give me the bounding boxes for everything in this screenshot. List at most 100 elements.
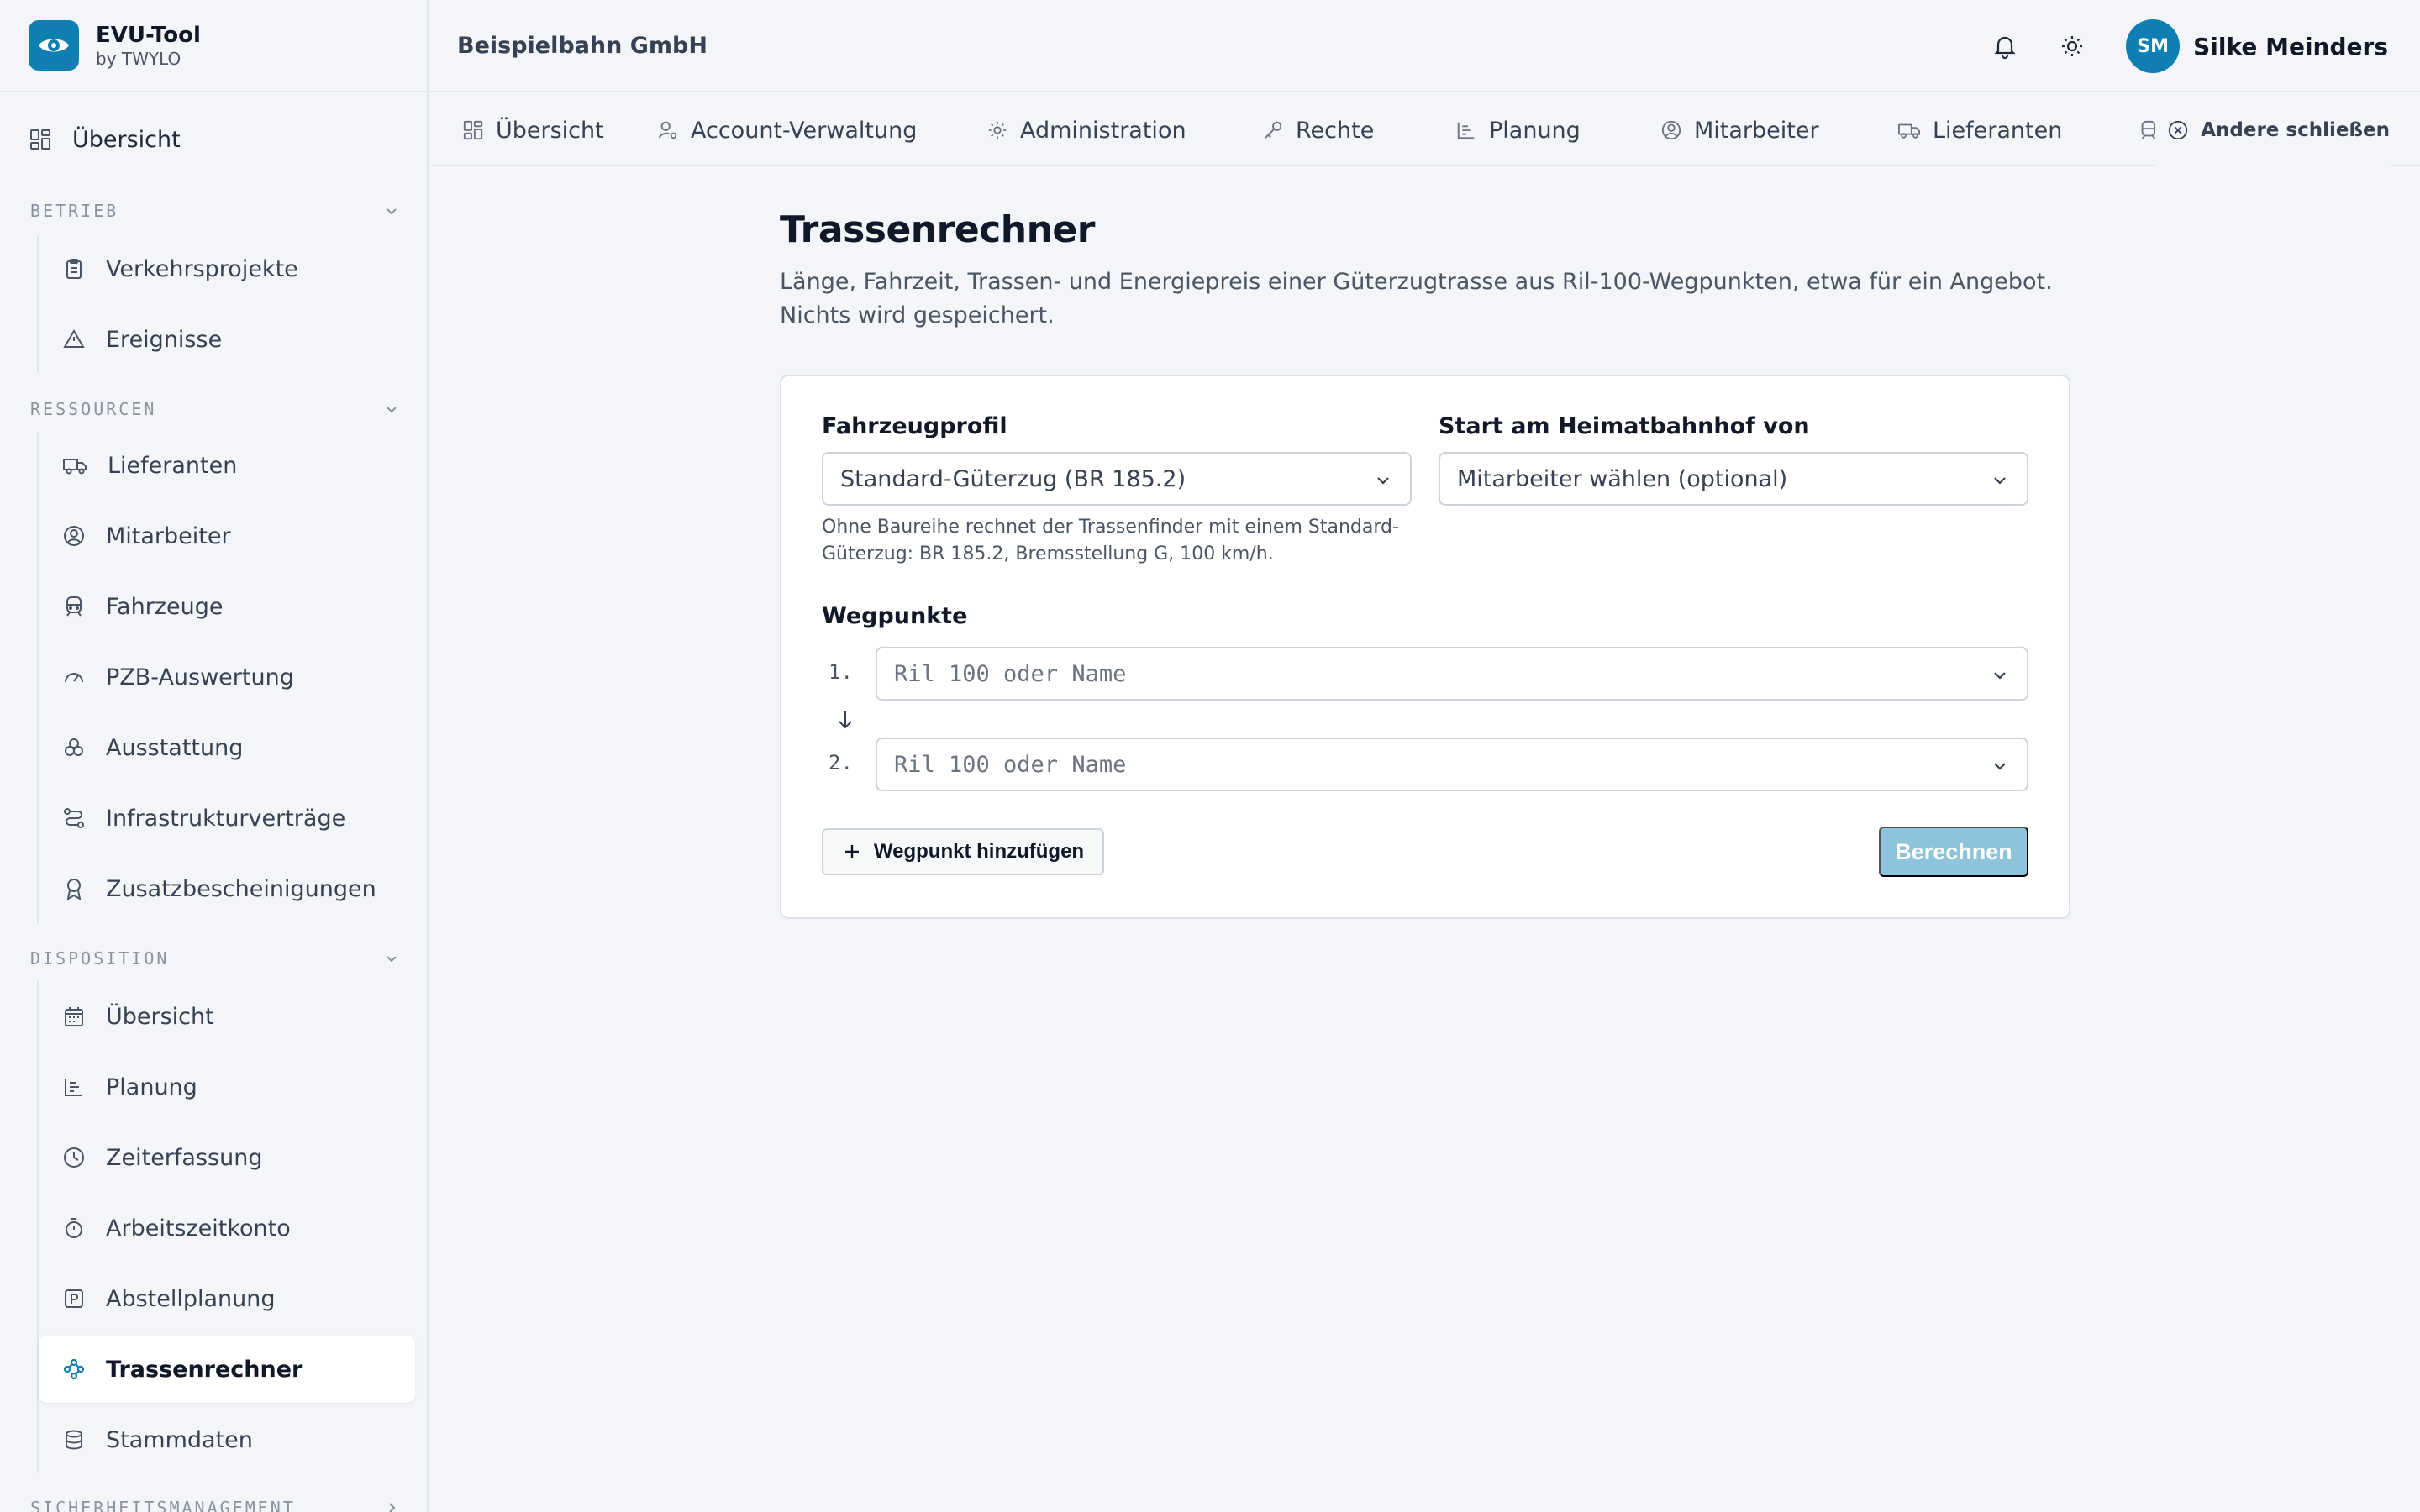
tab-label: Rechte: [1296, 117, 1375, 144]
sidebar-item-label: Verkehrsprojekte: [106, 255, 298, 282]
sidebar-item-label: Zeiterfassung: [106, 1144, 263, 1171]
sidebar-item-pzb-auswertung[interactable]: PZB-Auswertung: [39, 643, 415, 711]
sidebar-item-lieferanten[interactable]: Lieferanten: [39, 432, 415, 499]
chevron-down-icon: [1994, 477, 2006, 485]
sidebar-item-mitarbeiter[interactable]: Mitarbeiter: [39, 502, 415, 570]
sidebar-item-label: Abstellplanung: [106, 1285, 276, 1312]
sidebar-item-verkehrsprojekte[interactable]: Verkehrsprojekte: [39, 235, 415, 302]
sidebar-item-ereignisse[interactable]: Ereignisse: [39, 306, 415, 373]
close-circle-icon: [2169, 120, 2188, 140]
page-description: Länge, Fahrzeit, Trassen- und Energiepre…: [780, 269, 2053, 328]
sidebar-item-label: Übersicht: [72, 126, 181, 153]
calculate-button[interactable]: Berechnen: [1879, 827, 2028, 877]
app-root: EVU-Tool by TWYLO Übersicht BETRIEB Verk…: [0, 0, 2420, 1512]
tab-mitarbeiter[interactable]: Mitarbeiter: [1660, 94, 1819, 166]
sidebar-item-planung[interactable]: Planung: [39, 1053, 415, 1121]
sidebar-item-label: Mitarbeiter: [106, 522, 231, 549]
gear-icon: [988, 121, 1007, 139]
sidebar-item-stammdaten[interactable]: Stammdaten: [39, 1406, 415, 1473]
app-name: EVU-Tool: [96, 23, 201, 48]
section-header-disposition[interactable]: DISPOSITION: [30, 946, 400, 971]
sidebar-item-infrastrukturvertraege[interactable]: Infrastrukturverträge: [39, 785, 415, 852]
avatar[interactable]: SM: [2126, 19, 2181, 73]
top-header: Beispielbahn GmbH SM Silke Meinders: [430, 0, 2420, 92]
calculator-card: Fahrzeugprofil Standard-Güterzug (BR 185…: [780, 375, 2070, 919]
waypoint-2-placeholder: Ril 100 oder Name: [894, 751, 1127, 778]
sidebar-item-uebersicht[interactable]: Übersicht: [29, 118, 181, 161]
truck-icon: [1898, 123, 1920, 139]
brand[interactable]: EVU-Tool by TWYLO: [0, 0, 427, 92]
tab-label: Administration: [1020, 117, 1186, 144]
sidebar-item-label: Arbeitszeitkonto: [106, 1215, 291, 1242]
dashboard-icon: [463, 120, 483, 140]
tab-label: Mitarbeiter: [1694, 117, 1819, 144]
route-icon: [64, 808, 84, 828]
sidebar-item-fahrzeuge[interactable]: Fahrzeuge: [39, 573, 415, 640]
company-name: Beispielbahn GmbH: [457, 32, 708, 59]
sidebar-item-zeiterfassung[interactable]: Zeiterfassung: [39, 1124, 415, 1191]
sidebar-item-label: Übersicht: [106, 1003, 214, 1030]
waypoints-icon: [63, 1358, 85, 1380]
sidebar-item-ausstattung[interactable]: Ausstattung: [39, 714, 415, 781]
tab-account-verwaltung[interactable]: Account-Verwaltung: [657, 94, 917, 166]
close-other-tabs-button[interactable]: Andere schließen: [2155, 94, 2390, 166]
parking-icon: [65, 1289, 83, 1308]
sidebar-item-label: Zusatzbescheinigungen: [106, 875, 376, 902]
user-circle-icon: [1661, 120, 1681, 140]
sidebar-item-label: Ausstattung: [106, 734, 244, 761]
sidebar-item-label: Stammdaten: [106, 1426, 253, 1453]
tab-label: Lieferanten: [1933, 117, 2063, 144]
add-waypoint-label: Wegpunkt hinzufügen: [873, 840, 1085, 863]
sidebar-item-label: Planung: [106, 1074, 197, 1100]
sidebar-item-trassenrechner[interactable]: Trassenrechner: [39, 1336, 415, 1403]
tab-label: Account-Verwaltung: [691, 117, 918, 144]
eye-logo-icon: [29, 20, 79, 71]
gantt-chart-icon: [65, 1079, 82, 1096]
sidebar-item-arbeitszeitkonto[interactable]: Arbeitszeitkonto: [39, 1194, 415, 1262]
waypoint-1-combobox[interactable]: Ril 100 oder Name: [876, 647, 2028, 701]
truck-icon: [63, 459, 87, 475]
home-station-placeholder: Mitarbeiter wählen (optional): [1457, 465, 1788, 492]
vehicle-profile-select[interactable]: Standard-Güterzug (BR 185.2): [822, 452, 1412, 506]
vehicle-profile-label: Fahrzeugprofil: [822, 413, 1007, 439]
tab-planung[interactable]: Planung: [1455, 94, 1581, 166]
sun-icon: [2062, 36, 2083, 56]
tab-label: Planung: [1489, 117, 1581, 144]
gantt-chart-icon: [1457, 122, 1475, 139]
chevron-down-icon: [1994, 763, 2006, 770]
section-header-betrieb[interactable]: BETRIEB: [30, 198, 400, 223]
tab-administration[interactable]: Administration: [986, 94, 1186, 166]
tab-uebersicht[interactable]: Übersicht: [462, 94, 604, 166]
sidebar-item-label: Fahrzeuge: [106, 593, 224, 620]
theme-toggle-button[interactable]: [2047, 21, 2097, 71]
warning-icon: [63, 329, 85, 348]
section-title: RESSOURCEN: [30, 399, 157, 419]
section-title: SICHERHEITSMANAGEMENT: [30, 1498, 296, 1512]
tab-rechte[interactable]: Rechte: [1262, 94, 1374, 166]
waypoint-number: 1.: [829, 660, 853, 684]
chevron-down-icon: [1377, 477, 1389, 485]
sidebar-item-label: Infrastrukturverträge: [106, 805, 346, 832]
database-icon: [66, 1430, 82, 1450]
sidebar-item-abstellplanung[interactable]: Abstellplanung: [39, 1265, 415, 1332]
notifications-button[interactable]: [1980, 21, 2030, 71]
sidebar-item-label: Trassenrechner: [106, 1356, 303, 1383]
section-header-sicherheitsmanagement[interactable]: SICHERHEITSMANAGEMENT: [30, 1495, 400, 1512]
tab-lieferanten[interactable]: Lieferanten: [1897, 94, 2062, 166]
home-station-select[interactable]: Mitarbeiter wählen (optional): [1439, 452, 2028, 506]
gauge-icon: [65, 673, 83, 683]
chevron-down-icon: [1994, 672, 2006, 680]
section-title: DISPOSITION: [30, 948, 170, 969]
add-waypoint-button[interactable]: Wegpunkt hinzufügen: [822, 828, 1104, 875]
award-icon: [66, 879, 82, 900]
sidebar-item-label: PZB-Auswertung: [106, 664, 294, 690]
section-header-ressourcen[interactable]: RESSOURCEN: [30, 396, 400, 422]
sidebar-item-zusatzbescheinigungen[interactable]: Zusatzbescheinigungen: [39, 855, 415, 922]
home-station-label: Start am Heimatbahnhof von: [1439, 413, 1810, 439]
sidebar-item-dispo-uebersicht[interactable]: Übersicht: [39, 983, 415, 1050]
waypoints-label: Wegpunkte: [822, 603, 968, 629]
waypoint-2-combobox[interactable]: Ril 100 oder Name: [876, 738, 2028, 791]
user-name[interactable]: Silke Meinders: [2193, 33, 2388, 60]
user-circle-icon: [64, 526, 84, 546]
clock-icon: [64, 1147, 84, 1168]
